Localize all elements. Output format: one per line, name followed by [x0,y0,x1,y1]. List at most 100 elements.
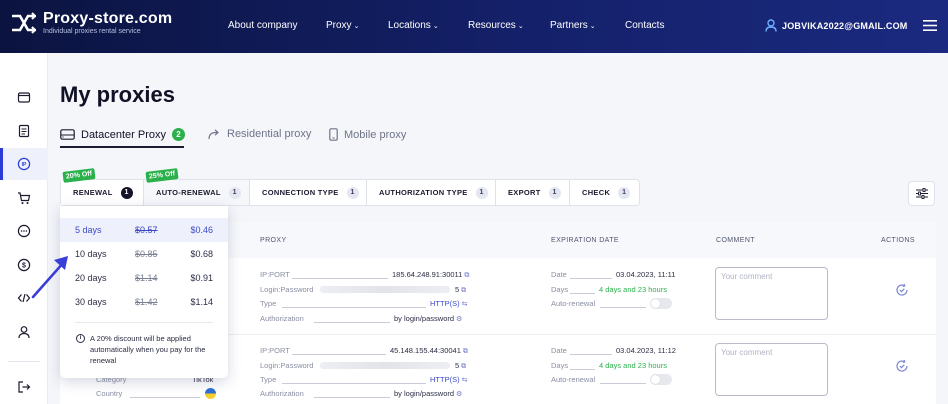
hamburger-menu-icon[interactable] [923,20,937,31]
auto-renewal-toggle[interactable] [650,374,672,385]
option-price: $0.46 [190,225,213,235]
login-password-label: Login:Password [260,285,314,294]
type-text: HTTP(S) [430,375,460,384]
column-settings-button[interactable] [908,181,935,206]
ip-port-label: IP:PORT [260,346,290,355]
copy-icon[interactable]: ⧉ [464,272,469,280]
logout-icon [18,381,31,393]
tab-renewal[interactable]: RENEWAL 1 [61,180,144,205]
settings-small-icon[interactable]: ⚙ [456,390,462,398]
dotted-leader [600,307,646,308]
dotted-leader [130,397,200,398]
type-text: HTTP(S) [430,299,460,308]
renewal-option-20-days[interactable]: 20 days $1.14 $0.91 [60,266,228,290]
ip-port-text: 45.148.155.44:30041 [390,346,461,355]
ip-port-text: 185.64.248.91:30011 [392,270,463,279]
nav-label: Resources [468,20,516,31]
logo-title[interactable]: Proxy-store.com [43,10,172,28]
dotted-leader [570,293,595,294]
ip-icon: IP [17,157,31,171]
tab-mobile-proxy[interactable]: Mobile proxy [329,128,406,141]
sidebar-item-profile[interactable] [0,316,48,348]
authorization-value[interactable]: by login/password ⚙ [394,389,462,398]
discount-note: A 20% discount will be applied automatic… [90,334,206,365]
copy-icon[interactable]: ⧉ [463,348,468,356]
dotted-leader [292,278,388,279]
type-value[interactable]: HTTP(S) ⇆ [430,375,467,384]
renewal-option-30-days[interactable]: 30 days $1.42 $1.14 [60,290,228,314]
column-header-actions: ACTIONS [881,237,915,244]
swap-icon[interactable]: ⇆ [462,376,468,384]
ip-port-value[interactable]: 185.64.248.91:30011 ⧉ [392,270,469,280]
nav-about-company[interactable]: About company [228,20,298,31]
chevron-down-icon: ⌄ [589,23,596,30]
settings-small-icon[interactable]: ⚙ [456,315,462,323]
nav-resources[interactable]: Resources ⌄ [468,20,524,31]
logo-icon[interactable] [12,12,36,34]
count-badge: 1 [475,186,488,199]
nav-locations[interactable]: Locations ⌄ [388,20,439,31]
nav-partners[interactable]: Partners ⌄ [550,20,596,31]
dotted-leader [570,278,612,279]
sidebar-item-cart[interactable] [0,182,48,214]
dollar-icon: $ [17,258,31,272]
redacted-credentials [320,286,450,293]
option-days: 30 days [75,297,107,307]
tab-datacenter-proxy[interactable]: Datacenter Proxy 2 [60,128,185,141]
dotted-leader [570,354,612,355]
option-old-price: $1.14 [135,273,158,283]
sidebar-item-folder[interactable] [0,81,48,113]
tab-authorization-type[interactable]: AUTHORIZATION TYPE 1 [367,180,496,205]
count-badge: 1 [346,186,359,199]
copy-icon[interactable]: ⧉ [461,363,466,371]
nav-label: Contacts [625,20,665,31]
swap-icon[interactable]: ⇆ [462,300,468,308]
tab-export[interactable]: EXPORT 1 [496,180,570,205]
option-old-price: $0.57 [135,225,158,235]
tab-residential-proxy[interactable]: Residential proxy [208,128,311,140]
login-password-value[interactable]: 5 ⧉ [455,285,466,295]
nav-contacts[interactable]: Contacts [625,20,664,31]
comment-field[interactable] [715,343,828,396]
comment-field[interactable] [715,267,828,320]
sidebar-item-support[interactable] [0,215,48,247]
count-badge: 1 [228,186,241,199]
filter-tab-label: CHECK [582,188,611,197]
ip-port-value[interactable]: 45.148.155.44:30041 ⧉ [390,346,468,356]
tab-connection-type[interactable]: CONNECTION TYPE 1 [250,180,367,205]
refresh-check-icon[interactable] [895,359,909,373]
sidebar-item-logout[interactable] [0,371,48,403]
user-email[interactable]: JOBVIKA2022@GMAIL.COM [782,21,908,31]
copy-icon[interactable]: ⧉ [461,287,466,295]
credential-suffix: 5 [455,285,460,294]
svg-text:$: $ [22,263,26,270]
login-password-value[interactable]: 5 ⧉ [455,361,466,371]
dotted-leader [600,383,646,384]
user-icon[interactable] [765,19,777,32]
option-price: $1.14 [190,297,213,307]
tab-auto-renewal[interactable]: AUTO-RENEWAL 1 [144,180,250,205]
tab-check[interactable]: CHECK 1 [570,180,639,205]
auto-renewal-label: Auto-renewal [551,375,596,384]
login-password-label: Login:Password [260,361,314,370]
nav-proxy[interactable]: Proxy ⌄ [326,20,359,31]
filter-tab-label: AUTO-RENEWAL [156,188,221,197]
renewal-option-5-days[interactable]: 5 days $0.57 $0.46 [60,218,228,242]
sidebar-item-proxies[interactable]: IP [0,148,48,180]
type-value[interactable]: HTTP(S) ⇆ [430,299,467,308]
option-days: 10 days [75,249,107,259]
authorization-value[interactable]: by login/password ⚙ [394,314,462,323]
option-days: 20 days [75,273,107,283]
option-price: $0.91 [190,273,213,283]
renewal-option-10-days[interactable]: 10 days $0.85 $0.68 [60,242,228,266]
sidebar-item-documents[interactable] [0,115,48,147]
refresh-check-icon[interactable] [895,283,909,297]
dotted-leader [282,307,426,308]
country-label: Country [96,389,123,398]
chat-icon [17,224,31,238]
column-header-proxy: PROXY [260,237,287,244]
svg-text:IP: IP [22,162,27,168]
expiration-date-value: 03.04.2023, 11:11 [616,270,676,279]
sidebar: IP $ [0,53,48,404]
auto-renewal-toggle[interactable] [650,298,672,309]
